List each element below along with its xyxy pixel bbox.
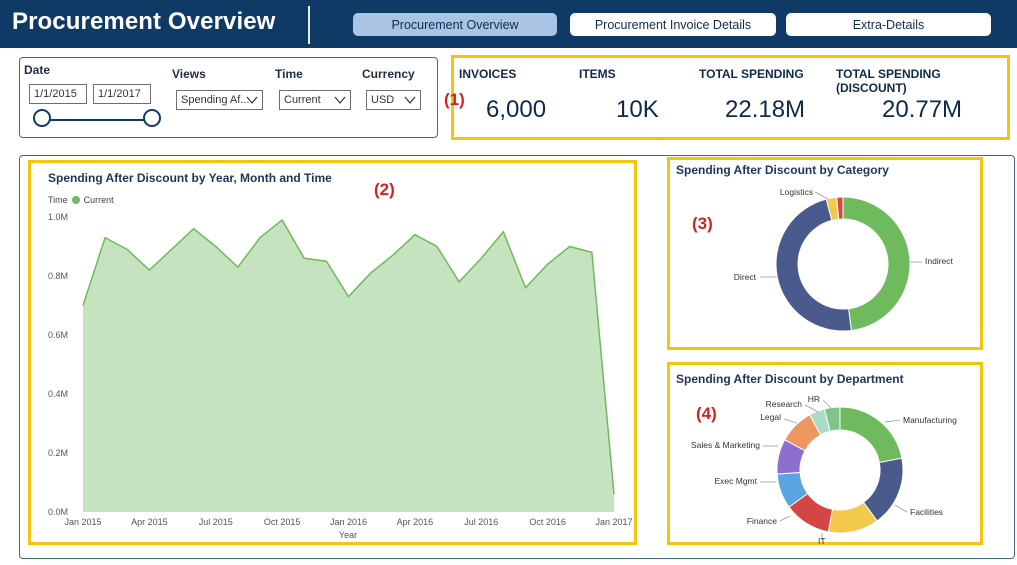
department-chart-highlight bbox=[667, 362, 983, 545]
annotation-4: (4) bbox=[696, 404, 717, 423]
annotation-3: (3) bbox=[692, 214, 713, 233]
y-tick-label: 0.6M bbox=[48, 330, 68, 340]
x-tick-label: Jul 2015 bbox=[199, 517, 233, 527]
x-tick-label: Oct 2016 bbox=[529, 517, 566, 527]
x-tick-label: Jan 2016 bbox=[330, 517, 367, 527]
x-tick-label: Apr 2015 bbox=[131, 517, 168, 527]
y-tick-label: 0.8M bbox=[48, 271, 68, 281]
x-tick-label: Jan 2015 bbox=[64, 517, 101, 527]
area-fill bbox=[83, 219, 614, 512]
department-chart-title: Spending After Discount by Department bbox=[676, 372, 904, 386]
x-tick-label: Jan 2017 bbox=[595, 517, 632, 527]
x-axis-label: Year bbox=[339, 530, 357, 540]
category-chart-title: Spending After Discount by Category bbox=[676, 163, 889, 177]
x-tick-label: Oct 2015 bbox=[264, 517, 301, 527]
y-tick-label: 0.4M bbox=[48, 389, 68, 399]
y-tick-label: 0.0M bbox=[48, 507, 68, 517]
x-tick-label: Jul 2016 bbox=[464, 517, 498, 527]
x-tick-label: Apr 2016 bbox=[397, 517, 434, 527]
y-tick-label: 0.2M bbox=[48, 448, 68, 458]
y-tick-label: 1.0M bbox=[48, 212, 68, 222]
category-chart-highlight bbox=[667, 157, 983, 350]
